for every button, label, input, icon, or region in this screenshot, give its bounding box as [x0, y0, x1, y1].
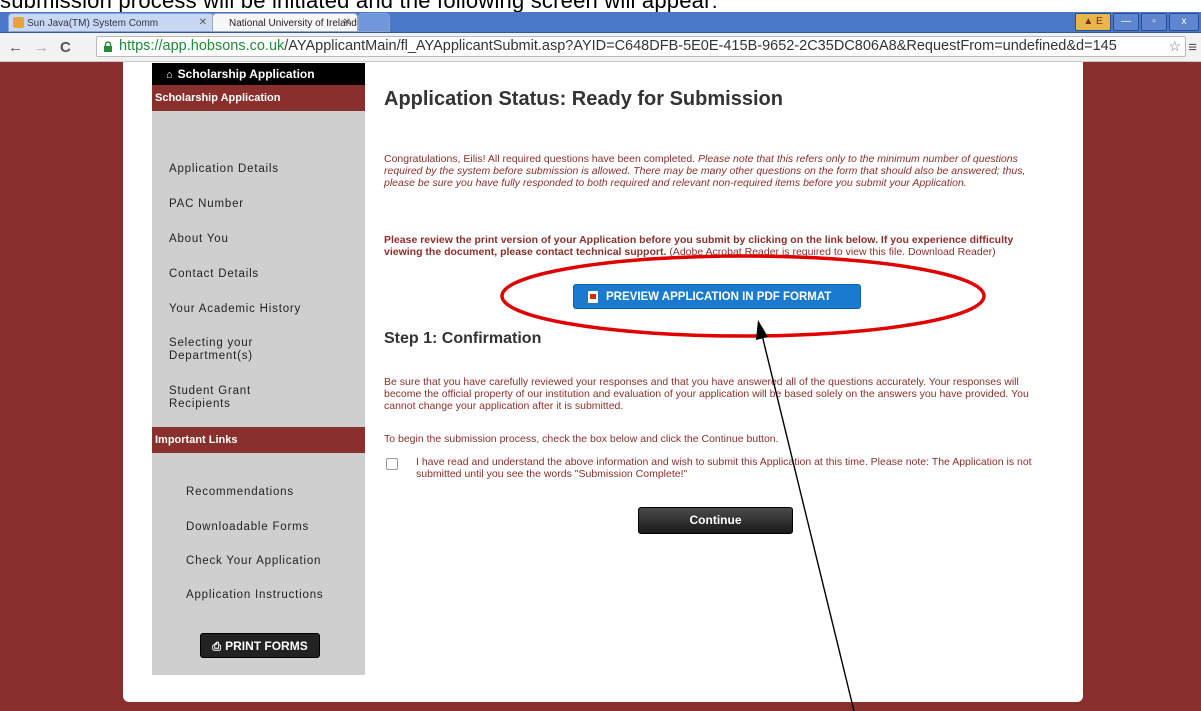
sidebar-item-selecting-department[interactable]: Selecting your Department(s): [169, 337, 289, 363]
print-forms-button[interactable]: ⎙ PRINT FORMS: [200, 633, 320, 658]
checkbox-label: I have read and understand the above inf…: [416, 456, 1032, 480]
tab-national-university[interactable]: National University of Ireland ✕: [212, 13, 358, 32]
sidebar-item-application-details[interactable]: Application Details: [169, 163, 359, 176]
back-icon[interactable]: ←: [8, 39, 23, 56]
sidebar-item-student-grant[interactable]: Student Grant Recipients: [169, 385, 279, 411]
reload-icon[interactable]: C: [60, 39, 71, 56]
close-tab-icon[interactable]: ✕: [343, 17, 351, 28]
browser-tab-bar: Sun Java(TM) System Comm ✕ National Univ…: [0, 12, 1201, 33]
java-icon: [13, 17, 24, 28]
minimize-button[interactable]: —: [1113, 13, 1139, 31]
page-title: Application Status: Ready for Submission: [384, 88, 783, 110]
sidebar-item-about-you[interactable]: About You: [169, 233, 359, 246]
sidebar-section-heading: Scholarship Application: [152, 85, 365, 111]
warning-icon[interactable]: ▲ E: [1075, 13, 1111, 31]
home-icon: ⌂: [166, 69, 173, 81]
sidebar-section-heading-links: Important Links: [152, 427, 365, 453]
address-bar: ← → C https://app.hobsons.co.uk/AYApplic…: [0, 33, 1201, 62]
url-input[interactable]: https://app.hobsons.co.uk/AYApplicantMai…: [96, 36, 1186, 57]
intro-paragraph: Congratulations, Eilis! All required que…: [384, 153, 1026, 189]
maximize-button[interactable]: ▫: [1141, 13, 1167, 31]
sidebar-item-academic-history[interactable]: Your Academic History: [169, 303, 359, 316]
confirm-checkbox[interactable]: [386, 458, 398, 470]
close-tab-icon[interactable]: ✕: [199, 17, 207, 28]
step-heading: Step 1: Confirmation: [384, 330, 542, 347]
window-controls: ▲ E — ▫ x: [1075, 13, 1199, 31]
begin-paragraph: To begin the submission process, check t…: [384, 433, 779, 445]
confirm-paragraph: Be sure that you have carefully reviewed…: [384, 376, 1029, 412]
review-paragraph: Please review the print version of your …: [384, 234, 1014, 258]
url-path: /AYApplicantMain/fl_AYApplicantSubmit.as…: [284, 38, 1117, 54]
sidebar-title[interactable]: ⌂ Scholarship Application: [152, 63, 365, 85]
tab-label: Sun Java(TM) System Comm: [27, 18, 159, 29]
menu-icon[interactable]: ≡: [1188, 39, 1197, 56]
sidebar-link-recommendations[interactable]: Recommendations: [186, 486, 361, 498]
continue-button[interactable]: Continue: [638, 507, 793, 534]
tab-sun-java[interactable]: Sun Java(TM) System Comm ✕: [8, 13, 214, 32]
tab-label: National University of Ireland: [229, 18, 357, 29]
bookmark-star-icon[interactable]: ☆: [1168, 37, 1181, 56]
forward-icon[interactable]: →: [34, 39, 49, 56]
preview-pdf-button[interactable]: PREVIEW APPLICATION IN PDF FORMAT: [573, 284, 861, 309]
url-host: app.hobsons.co.uk: [162, 38, 285, 54]
sidebar-link-application-instructions[interactable]: Application Instructions: [186, 589, 361, 601]
printer-icon: ⎙: [212, 641, 222, 653]
sidebar-item-pac-number[interactable]: PAC Number: [169, 198, 359, 211]
sidebar-item-contact-details[interactable]: Contact Details: [169, 268, 359, 281]
pdf-icon: [588, 291, 598, 303]
lock-icon: [104, 41, 112, 52]
sidebar: ⌂ Scholarship Application Scholarship App…: [152, 63, 365, 675]
url-scheme: https://: [119, 38, 163, 54]
sidebar-link-check-application[interactable]: Check Your Application: [186, 555, 361, 567]
sidebar-link-downloadable-forms[interactable]: Downloadable Forms: [186, 521, 361, 533]
close-window-button[interactable]: x: [1169, 13, 1199, 31]
new-tab-button[interactable]: [358, 13, 390, 32]
